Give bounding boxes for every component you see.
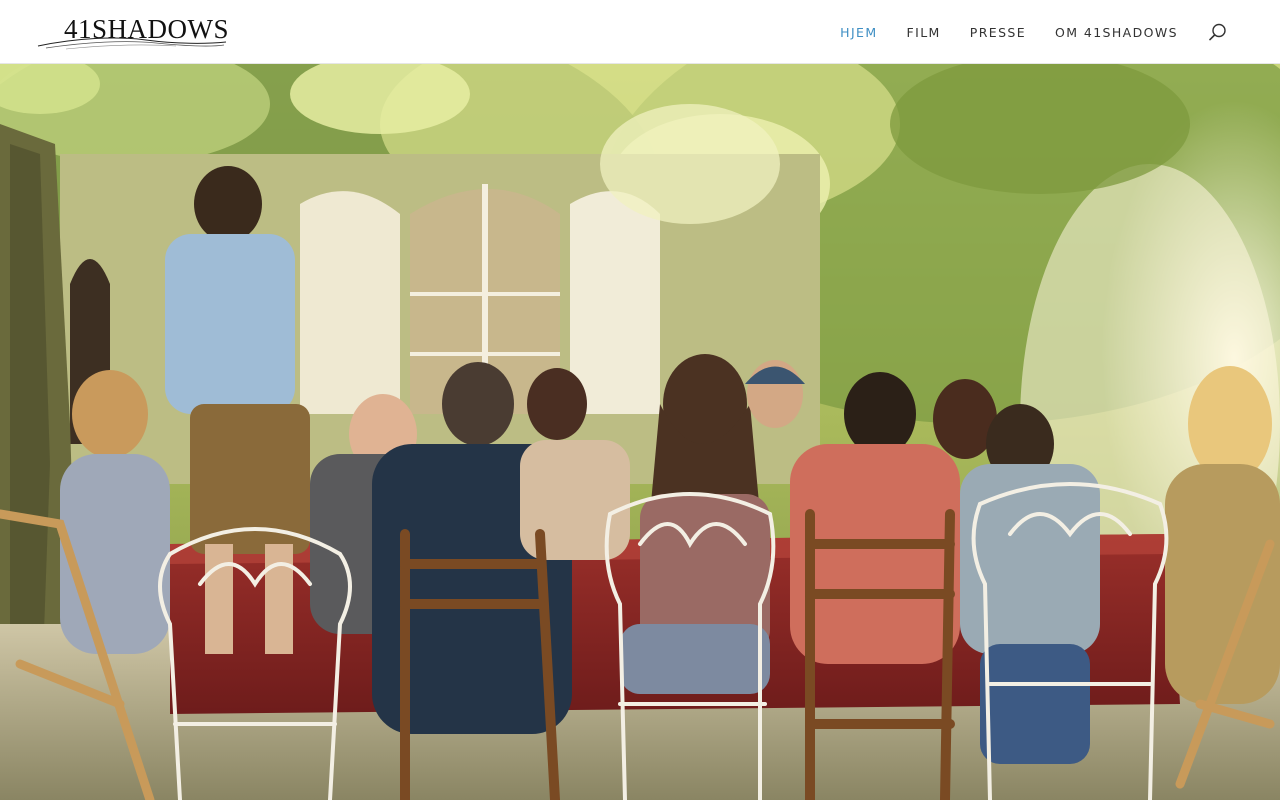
nav-item-press[interactable]: PRESSE [970, 25, 1026, 40]
hero-illustration [0, 64, 1280, 800]
hero-photo [0, 64, 1280, 800]
nav-item-about[interactable]: OM 41SHADOWS [1055, 25, 1178, 40]
search-icon [1209, 23, 1226, 41]
site-header: 41SHADOWS HJEM FILM PRESSE OM 41SHADOWS [0, 0, 1280, 64]
main-nav: HJEM FILM PRESSE OM 41SHADOWS [811, 0, 1228, 64]
search-button[interactable] [1208, 22, 1228, 42]
nav-item-home[interactable]: HJEM [840, 25, 877, 40]
nav-item-film[interactable]: FILM [907, 25, 941, 40]
site-logo[interactable]: 41SHADOWS [36, 10, 229, 50]
logo-swoosh [37, 37, 227, 50]
